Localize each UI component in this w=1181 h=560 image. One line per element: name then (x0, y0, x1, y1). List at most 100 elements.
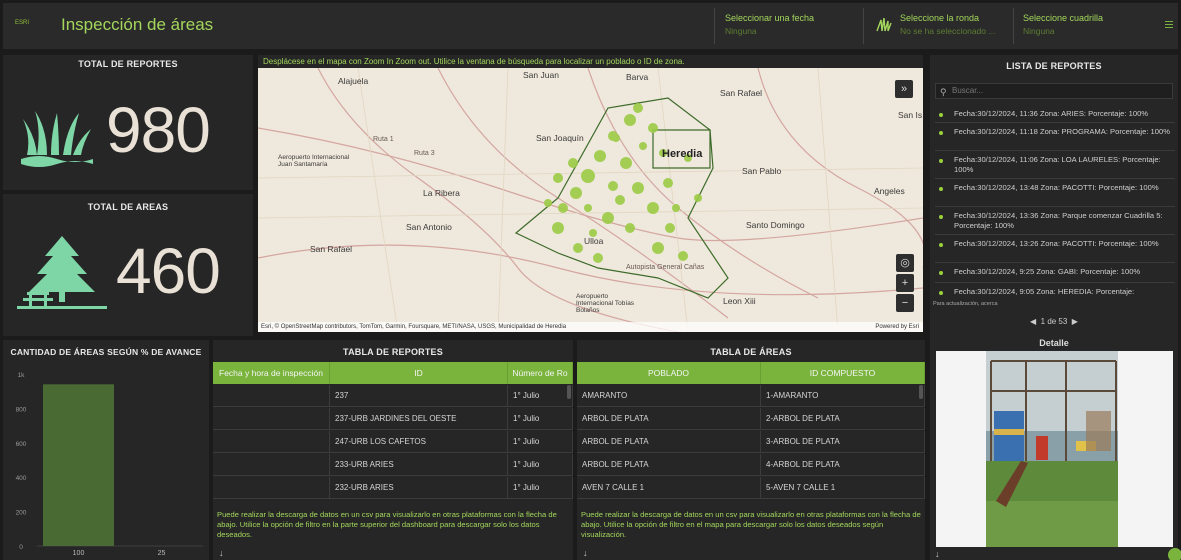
map-label: Ruta 3 (414, 150, 435, 157)
column-header[interactable]: ID (330, 362, 508, 384)
column-header[interactable]: POBLADO (577, 362, 761, 384)
total-areas-panel: TOTAL DE AREAS 460 (3, 194, 253, 336)
download-note: Puede realizar la descarga de datos en u… (581, 510, 921, 539)
grass-icon (876, 18, 892, 32)
table-cell: ARBOL DE PLATA (577, 454, 761, 476)
collapse-button[interactable]: » (895, 80, 913, 98)
list-item[interactable]: Fecha:30/12/2024, 13:36 Zona: Parque com… (935, 211, 1175, 235)
map-label: San Joaquín (536, 133, 584, 143)
table-cell: AMARANTO (577, 385, 761, 407)
tree-picnic-icon (17, 236, 107, 309)
grid-selector[interactable]: Seleccione cuadrilla Ninguna (1023, 13, 1143, 43)
list-item[interactable]: Fecha:30/12/2024, 13:48 Zona: PACOTTI: P… (935, 183, 1175, 207)
dashboard: ESRI Inspección de áreas Seleccionar una… (0, 0, 1181, 560)
map-hint: Desplácese en el mapa con Zoom In Zoom o… (263, 57, 685, 66)
round-selector[interactable]: Seleccione la ronda No se ha seleccionad… (900, 13, 1010, 43)
list-item[interactable]: Fecha:30/12/2024, 11:18 Zona: PROGRAMA: … (935, 127, 1175, 151)
scrollbar[interactable] (919, 385, 923, 399)
bar-chart: 1k 800 600 400 200 0 100 25 (16, 372, 203, 557)
map-label: San Juan (523, 70, 559, 80)
table-cell (213, 454, 330, 476)
table-cell: 1° Julio (508, 477, 573, 499)
list-item[interactable]: Fecha:30/12/2024, 9:05 Zona: HEREDIA: Po… (935, 287, 1175, 301)
bar[interactable] (43, 384, 114, 546)
y-tick-label: 1k (18, 372, 26, 379)
attribution-text: Esri, © OpenStreetMap contributors, TomT… (261, 324, 567, 330)
date-selector-value: Ninguna (725, 26, 757, 36)
map-label: Autopista General Cañas (626, 264, 705, 271)
y-tick-label: 800 (16, 406, 27, 413)
column-header[interactable]: ID COMPUESTO (761, 362, 925, 384)
chart-title: CANTIDAD DE ÁREAS SEGÚN % DE AVANCE (10, 347, 202, 357)
search-input[interactable]: ⚲ Buscar... (935, 83, 1173, 99)
list-item[interactable]: Fecha:30/12/2024, 13:26 Zona: PACOTTI: P… (935, 239, 1175, 263)
total-reports-panel: TOTAL DE REPORTES 980 (3, 55, 253, 190)
table-cell: 1° Julio (508, 431, 573, 453)
table-cell: 1-AMARANTO (761, 385, 925, 407)
divider (714, 8, 715, 44)
map-label: San Pablo (742, 166, 782, 176)
map-attribution: Esri, © OpenStreetMap contributors, TomT… (258, 322, 923, 332)
table-cell: 2-ARBOL DE PLATA (761, 408, 925, 430)
areas-table-panel: TABLA DE ÁREAS POBLADO ID COMPUESTO AMAR… (577, 340, 925, 560)
y-tick-label: 200 (16, 510, 27, 517)
y-tick-label: 400 (16, 475, 27, 482)
next-page-icon[interactable]: ▶ (1072, 317, 1078, 326)
date-selector-label: Seleccionar una fecha (725, 13, 815, 23)
report-list-title: LISTA DE REPORTES (1006, 61, 1102, 71)
prev-page-icon[interactable]: ◀ (1030, 317, 1036, 326)
powered-by[interactable]: Powered by Esri (875, 322, 919, 332)
list-item[interactable]: Fecha:30/12/2024, 11:36 Zona: ARIES: Por… (935, 109, 1175, 123)
grid-selector-label: Seleccione cuadrilla (1023, 13, 1104, 23)
list-item[interactable]: Fecha:30/12/2024, 9:25 Zona: GABI: Porce… (935, 267, 1175, 283)
total-areas-title: TOTAL DE AREAS (87, 202, 169, 212)
table-cell: 5-AVEN 7 CALLE 1 (761, 477, 925, 499)
download-icon[interactable]: ↓ (219, 548, 224, 558)
zoom-in-button[interactable]: + (896, 274, 914, 292)
areas-table-title: TABLA DE ÁREAS (710, 347, 792, 357)
table-cell: 4-ARBOL DE PLATA (761, 454, 925, 476)
table-cell (213, 431, 330, 453)
list-item[interactable]: Fecha:30/12/2024, 11:06 Zona: LOA LAUREL… (935, 155, 1175, 179)
table-cell: 247-URB LOS CAFETOS (330, 431, 508, 453)
x-tick-label: 100 (73, 550, 85, 557)
date-selector[interactable]: Seleccionar una fecha Ninguna (725, 13, 855, 43)
map-label: La Ribera (423, 188, 460, 198)
map-label: Ulloa (584, 236, 604, 246)
playground-photo (986, 351, 1118, 547)
x-tick-label: 25 (158, 550, 166, 557)
search-icon: ⚲ (940, 87, 947, 97)
table-cell (213, 408, 330, 430)
zoom-out-button[interactable]: − (896, 294, 914, 312)
divider (1013, 8, 1014, 44)
scrollbar[interactable] (567, 385, 571, 399)
table-cell: 237 (330, 385, 508, 407)
table-cell (213, 385, 330, 407)
menu-icon[interactable] (1165, 21, 1173, 28)
map-label: San Rafael (310, 244, 353, 254)
column-header[interactable]: Fecha y hora de inspección (213, 362, 330, 384)
map-label: Aeropuerto Internacional Juan Santamaría (278, 154, 350, 168)
download-note: Puede realizar la descarga de datos en u… (217, 510, 557, 539)
detail-title: Detalle (1039, 338, 1069, 348)
table-cell: ARBOL DE PLATA (577, 408, 761, 430)
download-icon[interactable]: ↓ (583, 548, 588, 558)
map-label: Barva (626, 72, 649, 82)
grass-icon (21, 111, 93, 167)
reports-table-panel: TABLA DE REPORTES Fecha y hora de inspec… (213, 340, 573, 560)
help-button[interactable] (1168, 548, 1181, 560)
map-label: Alajuela (338, 76, 369, 86)
map-label: Santo Domingo (746, 220, 805, 230)
y-tick-label: 600 (16, 441, 27, 448)
total-reports-value: 980 (106, 94, 211, 166)
download-icon[interactable]: ↓ (935, 549, 940, 559)
pager: ◀ 1 de 53 ▶ (930, 317, 1178, 326)
progress-chart-panel: CANTIDAD DE ÁREAS SEGÚN % DE AVANCE 1k 80… (3, 340, 209, 560)
locate-icon[interactable]: ◎ (896, 254, 914, 272)
table-cell: 3-ARBOL DE PLATA (761, 431, 925, 453)
column-header[interactable]: Número de Ro (508, 362, 573, 384)
map-label: San Antonio (406, 222, 452, 232)
total-reports-title: TOTAL DE REPORTES (78, 59, 178, 69)
map-canvas[interactable]: Alajuela San Juan Barva San Rafael San I… (258, 68, 923, 332)
divider (863, 8, 864, 44)
